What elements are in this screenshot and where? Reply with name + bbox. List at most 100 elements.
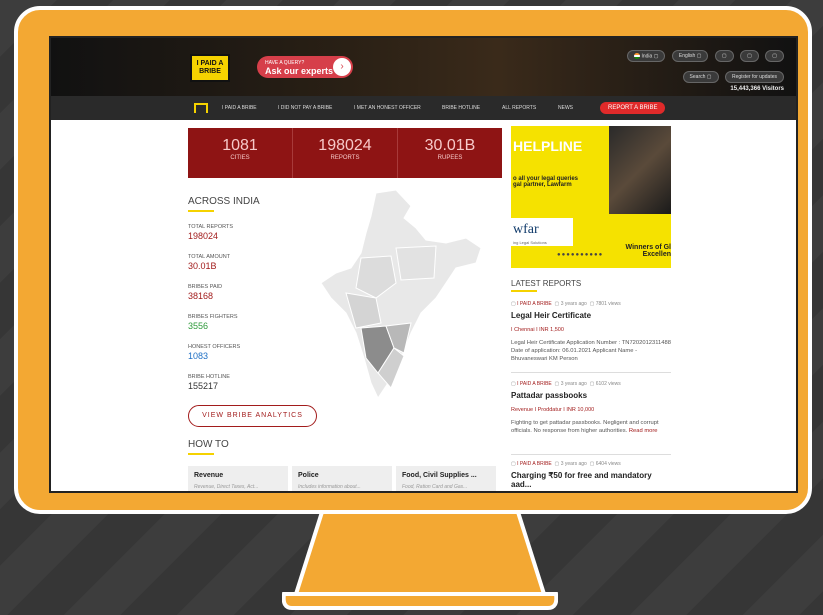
visitor-count: 15,443,366 Visitors [730,86,784,92]
flag-icon [634,52,641,59]
lawfarm-tagline: ing Legal Solutions [513,240,547,245]
header-utilities: India ▢ English ▢ ▢ ▢ ▢ Search ▢ Registe… [625,44,784,92]
search-label: Search [689,74,706,80]
nav-i-did-not-pay[interactable]: I DID NOT PAY A BRIBE [278,105,354,111]
how-to-card-revenue[interactable]: Revenue Revenue, Direct Taxes, Act... [188,466,288,491]
report-meta: ▢ I PAID A BRIBE ▢ 3 years ago ▢ 6404 vi… [511,461,621,467]
how-to-title: HOW TO [188,439,229,450]
stat-value: 30.01B [424,137,476,154]
report-body: Fighting to get pattadar passbooks. Negl… [511,419,671,435]
stat-value: 198024 [318,137,372,154]
stat-label: REPORTS [330,155,360,161]
report-body: Legal Heir Certificate Application Numbe… [511,340,671,362]
lawfarm-logo: wfar [513,222,539,237]
banner-photo [609,126,671,214]
site-logo[interactable]: I PAID A BRIBE [190,54,230,82]
how-to-cards: Revenue Revenue, Direct Taxes, Act... Po… [188,466,496,491]
language-selector[interactable]: English ▢ [671,50,709,62]
nav-honest-officer[interactable]: I MET AN HONEST OFFICER [354,105,442,111]
nav-bribe-hotline[interactable]: BRIBE HOTLINE [442,105,502,111]
main-nav: I PAID A BRIBE I DID NOT PAY A BRIBE I M… [51,96,796,120]
country-selector[interactable]: India ▢ [627,49,666,62]
title-underline [188,453,214,455]
report-item[interactable]: ▢ I PAID A BRIBE ▢ 3 years ago ▢ 7801 vi… [511,301,671,363]
report-category[interactable]: I PAID A BRIBE [517,461,552,467]
bribes-paid-value: 38168 [188,291,214,301]
home-icon[interactable] [194,103,208,113]
report-tags: I Chennai I INR 1,500 [511,327,564,333]
card-title: Food, Civil Supplies ... [402,472,477,479]
register-button[interactable]: Register for updates [724,71,784,83]
title-underline [188,210,214,212]
report-category[interactable]: I PAID A BRIBE [517,381,552,387]
honest-officers-label: HONEST OFFICERS [188,344,241,350]
bribe-hotline-label: BRIBE HOTLINE [188,374,230,380]
country-label: India [641,53,653,59]
report-category[interactable]: I PAID A BRIBE [517,301,552,307]
report-city[interactable]: Chennai [514,327,535,333]
nav-i-paid-a-bribe[interactable]: I PAID A BRIBE [222,105,278,111]
bribe-hotline-value: 155217 [188,381,219,391]
report-title[interactable]: Legal Heir Certificate [511,311,671,320]
report-time: 3 years ago [560,301,587,307]
how-to-card-food[interactable]: Food, Civil Supplies ... Food, Ration Ca… [396,466,496,491]
stat-value: 1081 [222,137,258,154]
report-views: 6102 views [595,381,621,387]
banner-winners-text: Winners of Gl Excellen [625,244,671,258]
card-title: Police [298,472,319,479]
helpline-ad-banner[interactable]: HELPLINE o all your legal queries gal pa… [511,126,671,268]
search-icon: ▢ [706,74,712,80]
arrow-right-icon: › [333,58,351,76]
report-time: 3 years ago [560,381,587,387]
card-title: Revenue [194,472,224,479]
how-to-card-police[interactable]: Police Includes information about... [292,466,392,491]
report-city[interactable]: Revenue I Proddatur [511,407,562,413]
honest-officers-value: 1083 [188,351,209,361]
report-item[interactable]: ▢ I PAID A BRIBE ▢ 3 years ago ▢ 6102 vi… [511,381,671,435]
report-title[interactable]: Charging ₹50 for free and mandatory aad.… [511,471,671,489]
stat-label: CITIES [230,155,250,161]
logo-line2: BRIBE [199,68,221,75]
view-bribe-analytics-button[interactable]: VIEW BRIBE ANALYTICS [188,405,317,427]
banner-headline: HELPLINE [513,138,583,154]
bribes-paid-label: BRIBES PAID [188,284,223,290]
divider [511,372,671,373]
report-time: 3 years ago [560,461,587,467]
report-meta: ▢ I PAID A BRIBE ▢ 3 years ago ▢ 6102 vi… [511,381,621,387]
report-item[interactable]: ▢ I PAID A BRIBE ▢ 3 years ago ▢ 6404 vi… [511,461,671,489]
stat-label: RUPEES [437,155,463,161]
report-a-bribe-button[interactable]: REPORT A BRIBE [600,102,666,114]
browser-screen: I PAID A BRIBE HAVE A QUERY? Ask our exp… [49,36,798,493]
social-icon-2[interactable]: ▢ [740,50,759,62]
ask-experts-button[interactable]: HAVE A QUERY? Ask our experts › [257,56,353,78]
report-title[interactable]: Pattadar passbooks [511,391,671,400]
report-tags: Revenue I Proddatur I INR 10,000 [511,407,595,413]
report-meta: ▢ I PAID A BRIBE ▢ 3 years ago ▢ 7801 vi… [511,301,621,307]
latest-reports-title: LATEST REPORTS [511,279,582,288]
bribe-fighters-value: 3556 [188,321,209,331]
carousel-dots[interactable]: ●●●●●●●●●● [557,252,603,258]
search-button[interactable]: Search ▢ [682,71,719,83]
site-header: I PAID A BRIBE HAVE A QUERY? Ask our exp… [51,38,796,96]
total-amount-value: 30.01B [188,261,217,271]
monitor-stand [282,512,558,610]
total-reports-value: 198024 [188,231,219,241]
total-reports-label: TOTAL REPORTS [188,224,234,230]
logo-line1: I PAID A [196,60,224,67]
across-india-title: ACROSS INDIA [188,196,260,207]
language-label: English [678,53,696,59]
read-more-link[interactable]: Read more [629,428,658,434]
nav-news[interactable]: NEWS [558,105,600,111]
title-underline [511,290,537,292]
social-icon-3[interactable]: ▢ [765,50,784,62]
card-subtitle: Includes information about... [298,484,361,490]
card-subtitle: Revenue, Direct Taxes, Act... [194,484,259,490]
report-views: 6404 views [595,461,621,467]
monitor-screen-holder: I PAID A BRIBE HAVE A QUERY? Ask our exp… [14,6,812,514]
nav-all-reports[interactable]: ALL REPORTS [502,105,558,111]
social-icon-1[interactable]: ▢ [714,50,734,62]
report-amount: INR 10,000 [566,407,595,413]
stat-reports: 198024 REPORTS [293,128,398,178]
report-views: 7801 views [595,301,621,307]
india-map[interactable] [316,188,486,408]
